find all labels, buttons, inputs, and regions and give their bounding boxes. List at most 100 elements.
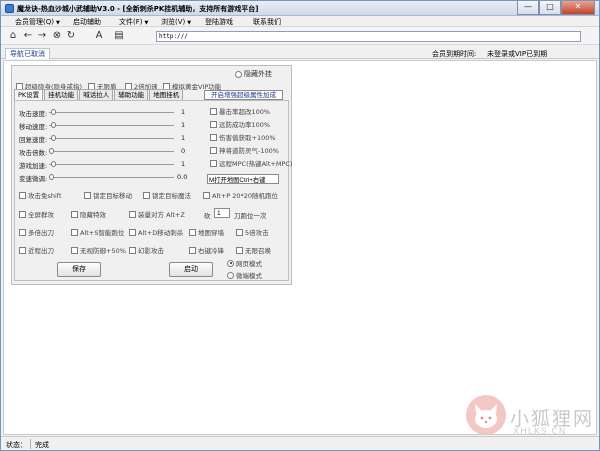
slider-thumb[interactable] (49, 148, 54, 154)
menu-start-assist[interactable]: 启动辅助 (73, 17, 101, 27)
checkbox[interactable] (210, 146, 217, 154)
slider-game-speed: 游戏加速: 1 (19, 160, 189, 170)
forward-icon[interactable]: → (36, 30, 48, 42)
home-icon[interactable]: ⌂ (7, 30, 19, 42)
slider-track[interactable] (49, 177, 174, 178)
menu-file[interactable]: 文件(F) ▼ (119, 17, 148, 27)
option-remote-mpc[interactable]: 远程MPC(热键Alt+MPC) (210, 158, 292, 168)
radio[interactable] (227, 271, 234, 279)
option-crit-rate[interactable]: 暴击率超改100% (210, 106, 270, 116)
mode-client[interactable]: 微端模式 (227, 270, 262, 280)
option-ranged-strike[interactable]: 近程出刀 (19, 245, 54, 255)
checkbox[interactable] (19, 228, 26, 236)
checkbox[interactable] (129, 228, 136, 236)
checkbox[interactable] (129, 210, 136, 218)
print-icon[interactable]: ▤ (113, 30, 125, 42)
chop-count-input[interactable] (214, 208, 230, 218)
checkbox[interactable] (236, 228, 243, 236)
option-lock-target-magic[interactable]: 锁定目标魔法 (143, 190, 191, 200)
option-fullscreen-attack[interactable]: 全屏群攻 (19, 209, 54, 219)
minimize-button[interactable]: — (517, 1, 539, 15)
option-multi-strike[interactable]: 多倍出刀 (19, 227, 54, 237)
tab-afk[interactable]: 挂机功能 (44, 89, 79, 100)
checkbox[interactable] (129, 246, 136, 254)
checkbox[interactable] (71, 228, 78, 236)
option-random-move[interactable]: Alt+P 20*20随机跑位 (203, 190, 278, 200)
option-label: 全屏群攻 (28, 211, 54, 219)
slider-track[interactable] (49, 125, 174, 126)
menu-contact[interactable]: 联系我们 (253, 17, 281, 27)
slider-track[interactable] (49, 112, 174, 113)
vip-expiry-label: 会员到期时间: (432, 50, 477, 58)
slider-label: 回复速度: (19, 136, 48, 144)
option-wall-hack[interactable]: 地图穿墙 (189, 227, 224, 237)
option-attack-no-shift[interactable]: 攻击免shift (19, 190, 62, 200)
option-ignore-defense[interactable]: 无视防御+50% (71, 245, 126, 255)
tab-assist[interactable]: 辅助功能 (114, 89, 149, 100)
checkbox[interactable] (71, 246, 78, 254)
checkbox[interactable] (189, 246, 196, 254)
checkbox[interactable] (210, 107, 217, 115)
option-right-click-blade[interactable]: 右键冷锋 (189, 245, 224, 255)
maximize-button[interactable]: □ (539, 1, 561, 15)
slider-thumb[interactable] (49, 174, 54, 180)
slider-track[interactable] (49, 138, 174, 139)
checkbox[interactable] (19, 191, 26, 199)
checkbox[interactable] (19, 210, 26, 218)
option-phantom-attack[interactable]: 幻影攻击 (129, 245, 164, 255)
option-damage-bonus[interactable]: 伤害值获取+100% (210, 132, 276, 142)
mode-web[interactable]: 网页模式 (227, 258, 262, 268)
tab-pk-settings[interactable]: PK设置 (14, 89, 44, 100)
slider-thumb[interactable] (51, 161, 56, 167)
menu-member[interactable]: 会员管理(Q) ▼ (15, 17, 60, 27)
hide-plugin-option[interactable]: 隐藏外挂 (235, 69, 272, 79)
radio[interactable] (235, 70, 242, 78)
option-infinite-summon[interactable]: 无限召唤 (236, 245, 271, 255)
option-spirit-reduction[interactable]: 神将道防灵气-100% (210, 145, 279, 155)
close-button[interactable]: ✕ (561, 1, 595, 15)
option-smart-move[interactable]: Alt+S智能跑位 (71, 227, 124, 237)
tab-map-afk[interactable]: 地图挂机 (149, 89, 184, 100)
chop-label: 砍 (204, 212, 211, 220)
enable-enhanced-attributes-button[interactable]: 开启增强超级属性加成 (204, 90, 283, 100)
option-lock-target-move[interactable]: 锁定目标移动 (84, 190, 132, 200)
checkbox[interactable] (210, 120, 217, 128)
back-icon[interactable]: ← (22, 30, 34, 42)
menu-login-game[interactable]: 登陆游戏 (205, 17, 233, 27)
option-ranged-defense[interactable]: 远防成功率100% (210, 119, 270, 129)
checkbox[interactable] (71, 210, 78, 218)
address-input[interactable] (156, 31, 581, 42)
map-hotkey-input[interactable] (207, 174, 279, 184)
menu-view[interactable]: 浏览(V) ▼ (161, 17, 191, 27)
stop-icon[interactable]: ⊗ (51, 30, 63, 42)
option-move-assassinate[interactable]: Alt+D移动刺杀 (129, 227, 183, 237)
status-value: 完成 (35, 441, 49, 449)
checkbox[interactable] (236, 246, 243, 254)
radio[interactable] (227, 259, 234, 267)
checkbox[interactable] (143, 191, 150, 199)
slider-track[interactable] (49, 164, 174, 165)
option-hide-effects[interactable]: 隐藏特效 (71, 209, 106, 219)
tab-shout[interactable]: 喊话拉人 (79, 89, 114, 100)
option-target-alt-z[interactable]: 装量对方 Alt+Z (129, 209, 185, 219)
checkbox[interactable] (84, 191, 91, 199)
font-size-icon[interactable]: A (93, 30, 105, 42)
option-label: Alt+S智能跑位 (80, 229, 125, 237)
slider-track[interactable] (49, 151, 174, 152)
slider-thumb[interactable] (51, 135, 56, 141)
slider-recover-speed: 回复速度: 1 (19, 134, 189, 144)
start-button[interactable]: 启动 (169, 262, 213, 277)
slider-thumb[interactable] (51, 109, 56, 115)
refresh-icon[interactable]: ↻ (65, 30, 77, 42)
save-button[interactable]: 保存 (57, 262, 101, 277)
checkbox[interactable] (203, 191, 210, 199)
checkbox[interactable] (210, 133, 217, 141)
slider-attack-multiplier: 攻击倍数: 0 (19, 147, 189, 157)
checkbox[interactable] (210, 159, 217, 167)
tab-navigation-cancelled[interactable]: 导航已取消 (5, 48, 50, 59)
checkbox[interactable] (189, 228, 196, 236)
checkbox[interactable] (19, 246, 26, 254)
slider-thumb[interactable] (51, 122, 56, 128)
fox-logo-icon (466, 395, 506, 435)
option-5x-attack[interactable]: 5倍攻击 (236, 227, 269, 237)
